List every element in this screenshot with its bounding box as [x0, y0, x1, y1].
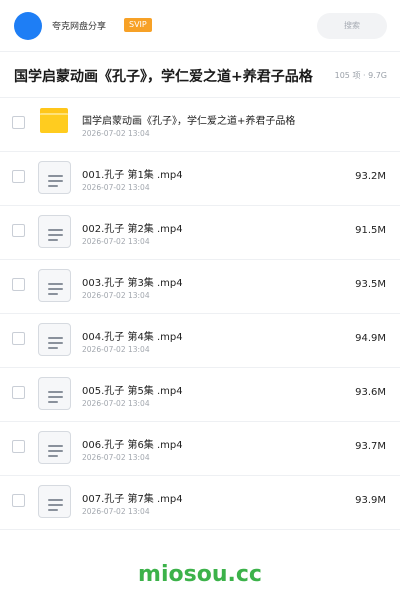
file-name: 006.孔子 第6集 .mp4	[82, 440, 183, 451]
video-file-icon	[38, 269, 71, 302]
file-size: 93.5M	[355, 279, 386, 290]
file-size: 94.9M	[355, 333, 386, 344]
folder-meta: 105 项 · 9.7G	[334, 71, 387, 80]
file-name: 003.孔子 第3集 .mp4	[82, 278, 183, 289]
file-size: 91.5M	[355, 225, 386, 236]
list-item[interactable]: 004.孔子 第4集 .mp4 2026-07-02 13:04 94.9M	[0, 314, 400, 368]
file-date: 2026-07-02 13:04	[82, 453, 150, 462]
file-name: 007.孔子 第7集 .mp4	[82, 494, 183, 505]
file-date: 2026-07-02 13:04	[82, 399, 150, 408]
video-file-icon	[38, 323, 71, 356]
file-name: 005.孔子 第5集 .mp4	[82, 386, 183, 397]
folder-header: 105 项 · 9.7G 国学启蒙动画《孔子》，学仁爱之道+养君子品格	[0, 52, 400, 98]
file-size: 93.7M	[355, 441, 386, 452]
watermark: miosou.cc	[138, 562, 262, 587]
file-name: 001.孔子 第1集 .mp4	[82, 170, 183, 181]
list-item-folder[interactable]: 国学启蒙动画《孔子》，学仁爱之道+养君子品格 2026-07-02 13:04	[0, 98, 400, 152]
avatar[interactable]	[14, 12, 42, 40]
file-name: 002.孔子 第2集 .mp4	[82, 224, 183, 235]
file-size: 93.9M	[355, 495, 386, 506]
svip-badge: SVIP	[124, 18, 152, 32]
checkbox[interactable]	[12, 494, 25, 507]
search-input[interactable]: 搜索	[317, 13, 387, 39]
file-size: 93.2M	[355, 171, 386, 182]
list-item[interactable]: 002.孔子 第2集 .mp4 2026-07-02 13:04 91.5M	[0, 206, 400, 260]
share-name: 夸克网盘分享	[52, 22, 107, 32]
checkbox[interactable]	[12, 278, 25, 291]
list-item[interactable]: 007.孔子 第7集 .mp4 2026-07-02 13:04 93.9M	[0, 476, 400, 530]
checkbox[interactable]	[12, 386, 25, 399]
video-file-icon	[38, 431, 71, 464]
video-file-icon	[38, 215, 71, 248]
checkbox[interactable]	[12, 170, 25, 183]
file-date: 2026-07-02 13:04	[82, 129, 150, 138]
file-date: 2026-07-02 13:04	[82, 237, 150, 246]
list-item[interactable]: 003.孔子 第3集 .mp4 2026-07-02 13:04 93.5M	[0, 260, 400, 314]
file-date: 2026-07-02 13:04	[82, 507, 150, 516]
checkbox[interactable]	[12, 224, 25, 237]
page-title: 国学启蒙动画《孔子》，学仁爱之道+养君子品格	[14, 69, 313, 85]
list-item[interactable]: 006.孔子 第6集 .mp4 2026-07-02 13:04 93.7M	[0, 422, 400, 476]
video-file-icon	[38, 161, 71, 194]
file-list: 国学启蒙动画《孔子》，学仁爱之道+养君子品格 2026-07-02 13:04 …	[0, 98, 400, 530]
video-file-icon	[38, 485, 71, 518]
file-date: 2026-07-02 13:04	[82, 345, 150, 354]
list-item[interactable]: 005.孔子 第5集 .mp4 2026-07-02 13:04 93.6M	[0, 368, 400, 422]
checkbox[interactable]	[12, 332, 25, 345]
app-header: 夸克网盘分享 SVIP 搜索	[0, 0, 400, 52]
folder-icon	[38, 107, 71, 140]
file-name: 004.孔子 第4集 .mp4	[82, 332, 183, 343]
checkbox[interactable]	[12, 440, 25, 453]
file-name: 国学启蒙动画《孔子》，学仁爱之道+养君子品格	[82, 116, 296, 127]
file-size: 93.6M	[355, 387, 386, 398]
file-date: 2026-07-02 13:04	[82, 291, 150, 300]
file-date: 2026-07-02 13:04	[82, 183, 150, 192]
list-item[interactable]: 001.孔子 第1集 .mp4 2026-07-02 13:04 93.2M	[0, 152, 400, 206]
video-file-icon	[38, 377, 71, 410]
checkbox[interactable]	[12, 116, 25, 129]
